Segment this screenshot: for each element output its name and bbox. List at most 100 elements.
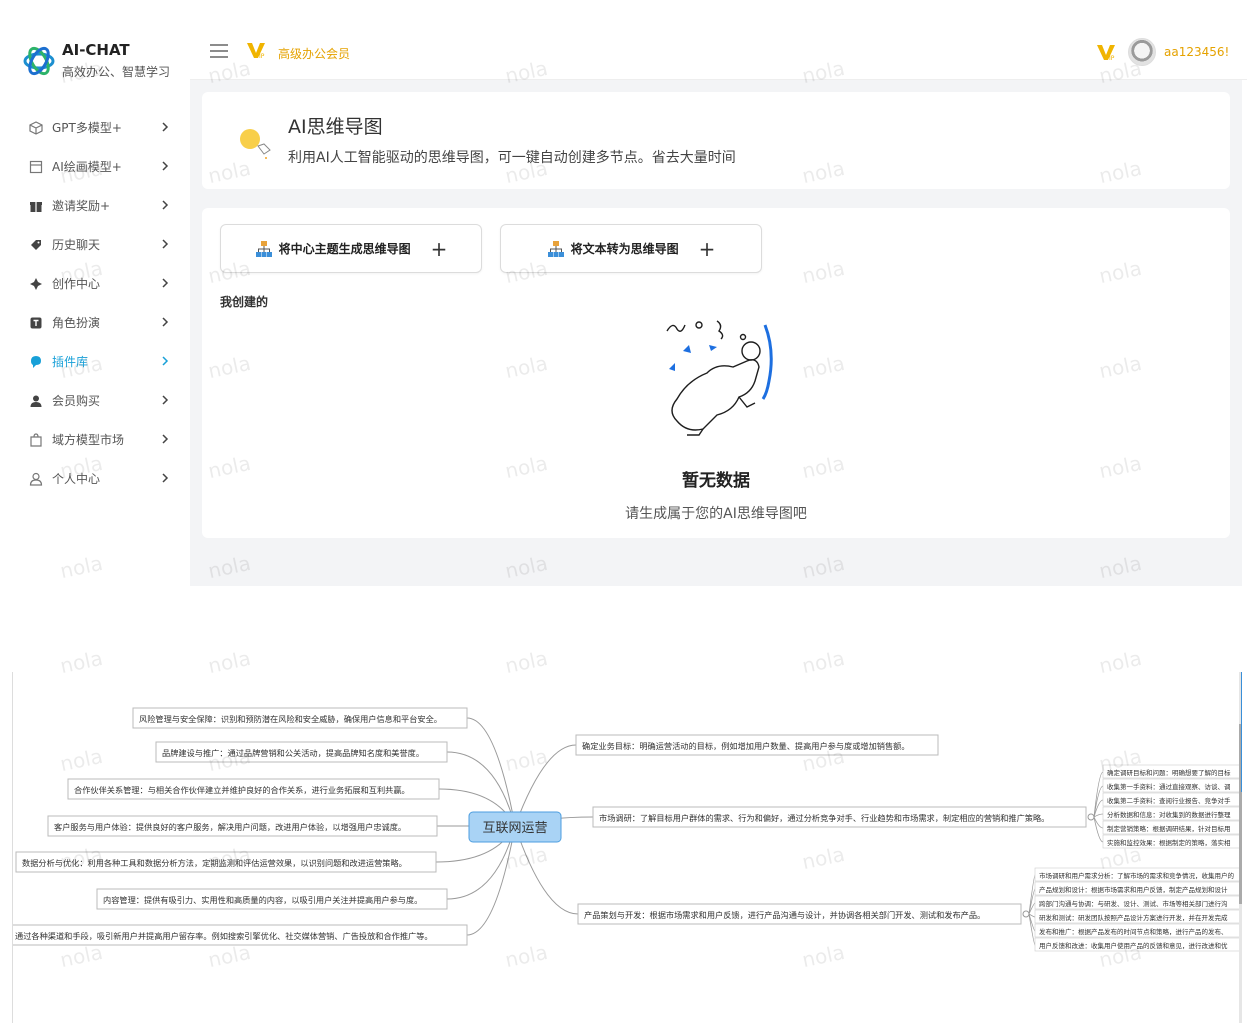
vip-crown-icon: IP bbox=[247, 43, 265, 60]
mindmap-node-label[interactable]: 品牌建设与推广：通过品牌营销和公关活动，提高品牌知名度和美誉度。 bbox=[162, 748, 424, 758]
empty-state-description: 请生成属于您的AI思维导图吧 bbox=[625, 506, 807, 522]
mindmap-subnode-label[interactable]: 制定营销策略：根据调研结果，针对目标用 bbox=[1107, 824, 1231, 833]
text-button-label: 将文本转为思维导图 bbox=[570, 242, 679, 256]
mindmap-subnode-label[interactable]: 分析数据和信息：对收集到的数据进行整理 bbox=[1107, 810, 1231, 819]
chevron-right-icon bbox=[162, 473, 169, 483]
gift-icon bbox=[28, 198, 44, 214]
sidebar-item-personal-center[interactable]: 个人中心 bbox=[0, 459, 190, 498]
page-root: AI-CHAT 高效办公、智慧学习 GPT多模型+ AI绘画模型+ 邀请奖励+ bbox=[0, 0, 1247, 1023]
chevron-right-icon bbox=[162, 317, 169, 327]
brand-logo[interactable]: AI-CHAT 高效办公、智慧学习 bbox=[22, 40, 187, 84]
mindmap-connector bbox=[1093, 813, 1104, 818]
mindmap-node-label[interactable]: 客户服务与用户体验：提供良好的客户服务，解决用户问题，改进用户体验，以增强用户忠… bbox=[54, 822, 406, 832]
topic-button-label: 将中心主题生成思维导图 bbox=[278, 242, 411, 256]
mindmap-collapse-toggle bbox=[1087, 813, 1095, 821]
sidebar-item-membership[interactable]: 会员购买 bbox=[0, 381, 190, 420]
mindmap-subnode-label[interactable]: 收集第二手资料：查阅行业报告、竞争对手 bbox=[1107, 796, 1231, 805]
mindmap-node-label[interactable]: 内容管理：提供有吸引力、实用性和高质量的内容，以吸引用户关注并提高用户参与度。 bbox=[103, 895, 422, 905]
mindmap-subnode-label[interactable]: 市场调研和用户需求分析：了解市场的需求和竞争情况，收集用户的 bbox=[1039, 871, 1235, 880]
user-icon bbox=[28, 471, 44, 487]
sidebar-item-invite-rewards[interactable]: 邀请奖励+ bbox=[0, 186, 190, 225]
sidebar-item-label: 历史聊天 bbox=[52, 238, 101, 252]
idea-bulb-icon bbox=[240, 129, 271, 159]
vip-label[interactable]: 高级办公会员 bbox=[278, 45, 350, 62]
cube-icon bbox=[28, 120, 44, 136]
shop-bag-icon bbox=[28, 432, 44, 448]
my-created-label: 我创建的 bbox=[220, 295, 269, 309]
chevron-right-icon bbox=[162, 395, 169, 405]
chevron-right-icon bbox=[162, 200, 169, 210]
empty-state-illustration bbox=[666, 320, 773, 436]
sidebar-item-creation-center[interactable]: 创作中心 bbox=[0, 264, 190, 303]
mindmap-panel: 将中心主题生成思维导图 + 将文本转为思维导图 + 我创建的 暂无数据 请生成属… bbox=[202, 208, 1230, 538]
openai-logo-icon bbox=[23, 46, 55, 76]
org-chart-icon bbox=[547, 240, 564, 257]
mindmap-connector bbox=[466, 717, 516, 827]
sidebar-nav: GPT多模型+ AI绘画模型+ 邀请奖励+ 历史聊天 创作中心 角色扮演 插件库… bbox=[0, 108, 190, 498]
mindmap-node-label[interactable]: 确定业务目标：明确运营活动的目标，例如增加用户数量、提高用户参与度或增加销售额。 bbox=[582, 741, 910, 751]
menu-toggle-icon[interactable] bbox=[210, 44, 228, 58]
role-card-icon bbox=[28, 315, 44, 331]
canvas-edge-marker bbox=[1241, 672, 1242, 792]
mindmap-subnode-label[interactable]: 用户反馈和改进：收集用户使用产品的反馈和意见，进行改进和优 bbox=[1039, 941, 1228, 950]
sparkle-icon bbox=[28, 276, 44, 292]
sidebar-item-label: AI绘画模型+ bbox=[52, 160, 122, 174]
sidebar-item-gpt-models[interactable]: GPT多模型+ bbox=[0, 108, 190, 147]
mindmap-connector bbox=[1093, 816, 1104, 843]
brand-title: AI-CHAT bbox=[62, 41, 130, 59]
hero-card: AI思维导图 利用AI人工智能驱动的思维导图，可一键自动创建多节点。省去大量时间 bbox=[202, 92, 1230, 189]
chevron-right-icon bbox=[162, 239, 169, 249]
mindmap-subnode-label[interactable]: 产品规划和设计：根据市场需求和用户反馈，制定产品规划和设计 bbox=[1039, 885, 1228, 894]
sidebar-item-model-market[interactable]: 域方模型市场 bbox=[0, 420, 190, 459]
plus-icon: + bbox=[430, 236, 448, 261]
plus-icon: + bbox=[698, 236, 716, 261]
mindmap-graph: 互联网运营 风险管理与安全保障：识别和预防潜在风险和安全威胁，确保用户信息和平台安… bbox=[13, 707, 1239, 952]
mindmap-subnode-label[interactable]: 发布和推广：根据产品发布的时间节点和策略，进行产品的发布、 bbox=[1039, 927, 1228, 936]
brand-subtitle: 高效办公、智慧学习 bbox=[62, 65, 171, 79]
svg-text:IP: IP bbox=[1109, 55, 1115, 62]
plugin-icon bbox=[28, 354, 44, 370]
mindmap-subnode-label[interactable]: 跨部门沟通与协调：与研发、设计、测试、市场等相关部门进行沟 bbox=[1039, 899, 1228, 908]
text-to-mindmap-button[interactable]: 将文本转为思维导图 + bbox=[500, 224, 762, 273]
avatar[interactable] bbox=[1128, 38, 1156, 66]
sidebar-item-role-play[interactable]: 角色扮演 bbox=[0, 303, 190, 342]
chevron-right-icon bbox=[162, 161, 169, 171]
mindmap-node-label[interactable]: 通过各种渠道和手段，吸引新用户并提高用户留存率。例如搜索引擎优化、社交媒体营销、… bbox=[15, 931, 433, 941]
sidebar-item-ai-drawing[interactable]: AI绘画模型+ bbox=[0, 147, 190, 186]
picture-frame-icon bbox=[28, 159, 44, 175]
app-window: AI-CHAT 高效办公、智慧学习 GPT多模型+ AI绘画模型+ 邀请奖励+ bbox=[0, 0, 1247, 590]
empty-state-title: 暂无数据 bbox=[682, 471, 750, 491]
vip-crown-icon: IP bbox=[1097, 45, 1115, 62]
sidebar-item-label: GPT多模型+ bbox=[52, 121, 122, 135]
username[interactable]: aa123456! bbox=[1164, 45, 1229, 59]
mindmap-collapse-toggle bbox=[1022, 910, 1030, 918]
mindmap-subnode-label[interactable]: 研发和测试：研发团队按照产品设计方案进行开发，并在开发完成 bbox=[1039, 913, 1228, 922]
org-chart-icon bbox=[255, 240, 272, 257]
mindmap-canvas[interactable]: 互联网运营 风险管理与安全保障：识别和预防潜在风险和安全威胁，确保用户信息和平台安… bbox=[12, 672, 1242, 1023]
mindmap-node-label[interactable]: 合作伙伴关系管理：与相关合作伙伴建立并维护良好的合作关系，进行业务拓展和互利共赢… bbox=[74, 785, 410, 795]
page-description: 利用AI人工智能驱动的思维导图，可一键自动创建多节点。省去大量时间 bbox=[288, 150, 736, 166]
sidebar-item-label: 插件库 bbox=[52, 355, 89, 369]
member-icon bbox=[28, 393, 44, 409]
chevron-right-icon bbox=[162, 122, 169, 132]
mindmap-subnode-label[interactable]: 实施和监控效果：根据制定的策略，落实相 bbox=[1107, 838, 1231, 847]
chevron-right-icon bbox=[162, 278, 169, 288]
chevron-right-icon bbox=[162, 434, 169, 444]
mindmap-center-label[interactable]: 互联网运营 bbox=[482, 821, 547, 836]
sidebar-item-label: 会员购买 bbox=[52, 394, 101, 408]
main-content: AI思维导图 利用AI人工智能驱动的思维导图，可一键自动创建多节点。省去大量时间… bbox=[190, 80, 1242, 586]
mindmap-node-label[interactable]: 产品策划与开发：根据市场需求和用户反馈，进行产品沟通与设计，并协调各相关部门开发… bbox=[584, 910, 985, 920]
mindmap-node-label[interactable]: 数据分析与优化：利用各种工具和数据分析方法，定期监测和评估运营效果，以识别问题和… bbox=[22, 858, 407, 868]
mindmap-subnode-label[interactable]: 确定调研目标和问题：明确想要了解的目标 bbox=[1107, 768, 1231, 777]
mindmap-subnode-label[interactable]: 收集第一手资料：通过直接观察、访谈、调 bbox=[1107, 782, 1231, 791]
mindmap-node-label[interactable]: 市场调研：了解目标用户群体的需求、行为和偏好，通过分析竞争对手、行业趋势和市场需… bbox=[599, 813, 1049, 823]
sidebar-item-chat-history[interactable]: 历史聊天 bbox=[0, 225, 190, 264]
topic-to-mindmap-button[interactable]: 将中心主题生成思维导图 + bbox=[220, 224, 482, 273]
svg-text:IP: IP bbox=[259, 53, 265, 60]
sidebar-item-label: 个人中心 bbox=[52, 472, 101, 486]
sidebar: AI-CHAT 高效办公、智慧学习 GPT多模型+ AI绘画模型+ 邀请奖励+ bbox=[0, 0, 190, 590]
sidebar-item-plugins[interactable]: 插件库 bbox=[0, 342, 190, 381]
chevron-right-icon bbox=[162, 356, 169, 366]
sidebar-item-label: 角色扮演 bbox=[52, 316, 101, 330]
mindmap-node-label[interactable]: 风险管理与安全保障：识别和预防潜在风险和安全威胁，确保用户信息和平台安全。 bbox=[139, 714, 442, 724]
